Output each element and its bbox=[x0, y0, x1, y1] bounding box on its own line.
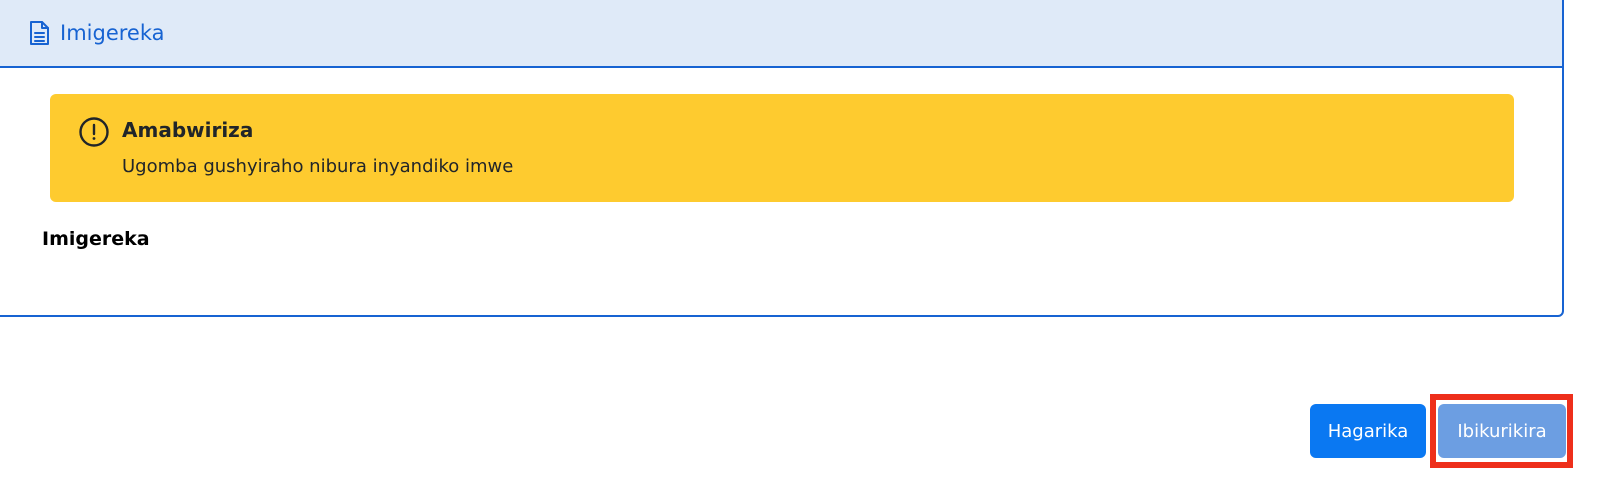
attachments-label: Imigereka bbox=[42, 228, 150, 250]
alert-title: Amabwiriza bbox=[122, 118, 254, 142]
document-icon bbox=[28, 20, 50, 46]
alert-message: Ugomba gushyiraho nibura inyandiko imwe bbox=[122, 156, 514, 177]
exclamation-circle-icon bbox=[78, 116, 110, 148]
next-button[interactable]: Ibikurikira bbox=[1438, 404, 1566, 458]
attachments-card: Imigereka Amabwiriza Ugomba gushyiraho n… bbox=[0, 0, 1564, 317]
card-header: Imigereka bbox=[0, 0, 1562, 68]
cancel-button[interactable]: Hagarika bbox=[1310, 404, 1426, 458]
card-title: Imigereka bbox=[60, 21, 165, 45]
warning-alert: Amabwiriza Ugomba gushyiraho nibura inya… bbox=[50, 94, 1514, 202]
